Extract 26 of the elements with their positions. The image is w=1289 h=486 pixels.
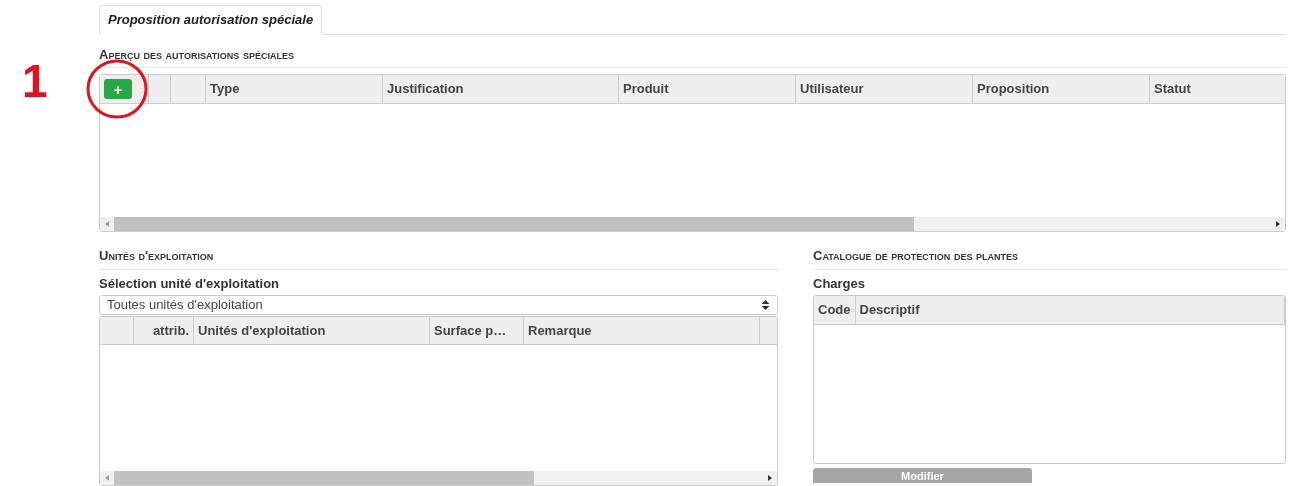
field-label: Sélection unité d'exploitation — [99, 274, 281, 293]
column-header[interactable]: Code — [814, 296, 856, 324]
column-header[interactable]: attrib. — [134, 317, 194, 344]
column-header[interactable]: Surface p… — [430, 317, 524, 344]
table-label: Charges — [813, 274, 867, 293]
tab[interactable]: Proposition autorisation spéciale — [99, 5, 323, 35]
column-header[interactable]: Justification — [383, 75, 619, 103]
column-header[interactable]: Statut — [1150, 75, 1285, 103]
select-field[interactable]: Toutes unités d'exploitation — [99, 295, 778, 315]
column-header[interactable]: Produit — [619, 75, 796, 103]
section-heading: Catalogue de protection des plantes — [813, 246, 1286, 270]
sort-arrows-icon — [761, 299, 770, 311]
scrollbar-thumb[interactable] — [114, 471, 534, 485]
section-heading: Aperçu des autorisations spéciales — [99, 44, 1286, 68]
section-heading: Unités d'exploitation — [99, 246, 778, 270]
horizontal-scrollbar[interactable] — [100, 217, 1285, 231]
column-header[interactable]: Type — [206, 75, 383, 103]
horizontal-scrollbar[interactable] — [100, 471, 777, 485]
column-header[interactable]: Remarque — [524, 317, 760, 344]
column-header[interactable]: Proposition — [973, 75, 1150, 103]
column-header[interactable]: Descriptif — [855, 296, 1285, 324]
annotation-circle — [86, 59, 148, 119]
column-header[interactable]: Utilisateur — [796, 75, 973, 103]
annotation-number: 1 — [22, 58, 48, 104]
scrollbar-thumb[interactable] — [114, 217, 914, 231]
column-header[interactable]: Unités d'exploitation — [194, 317, 430, 344]
